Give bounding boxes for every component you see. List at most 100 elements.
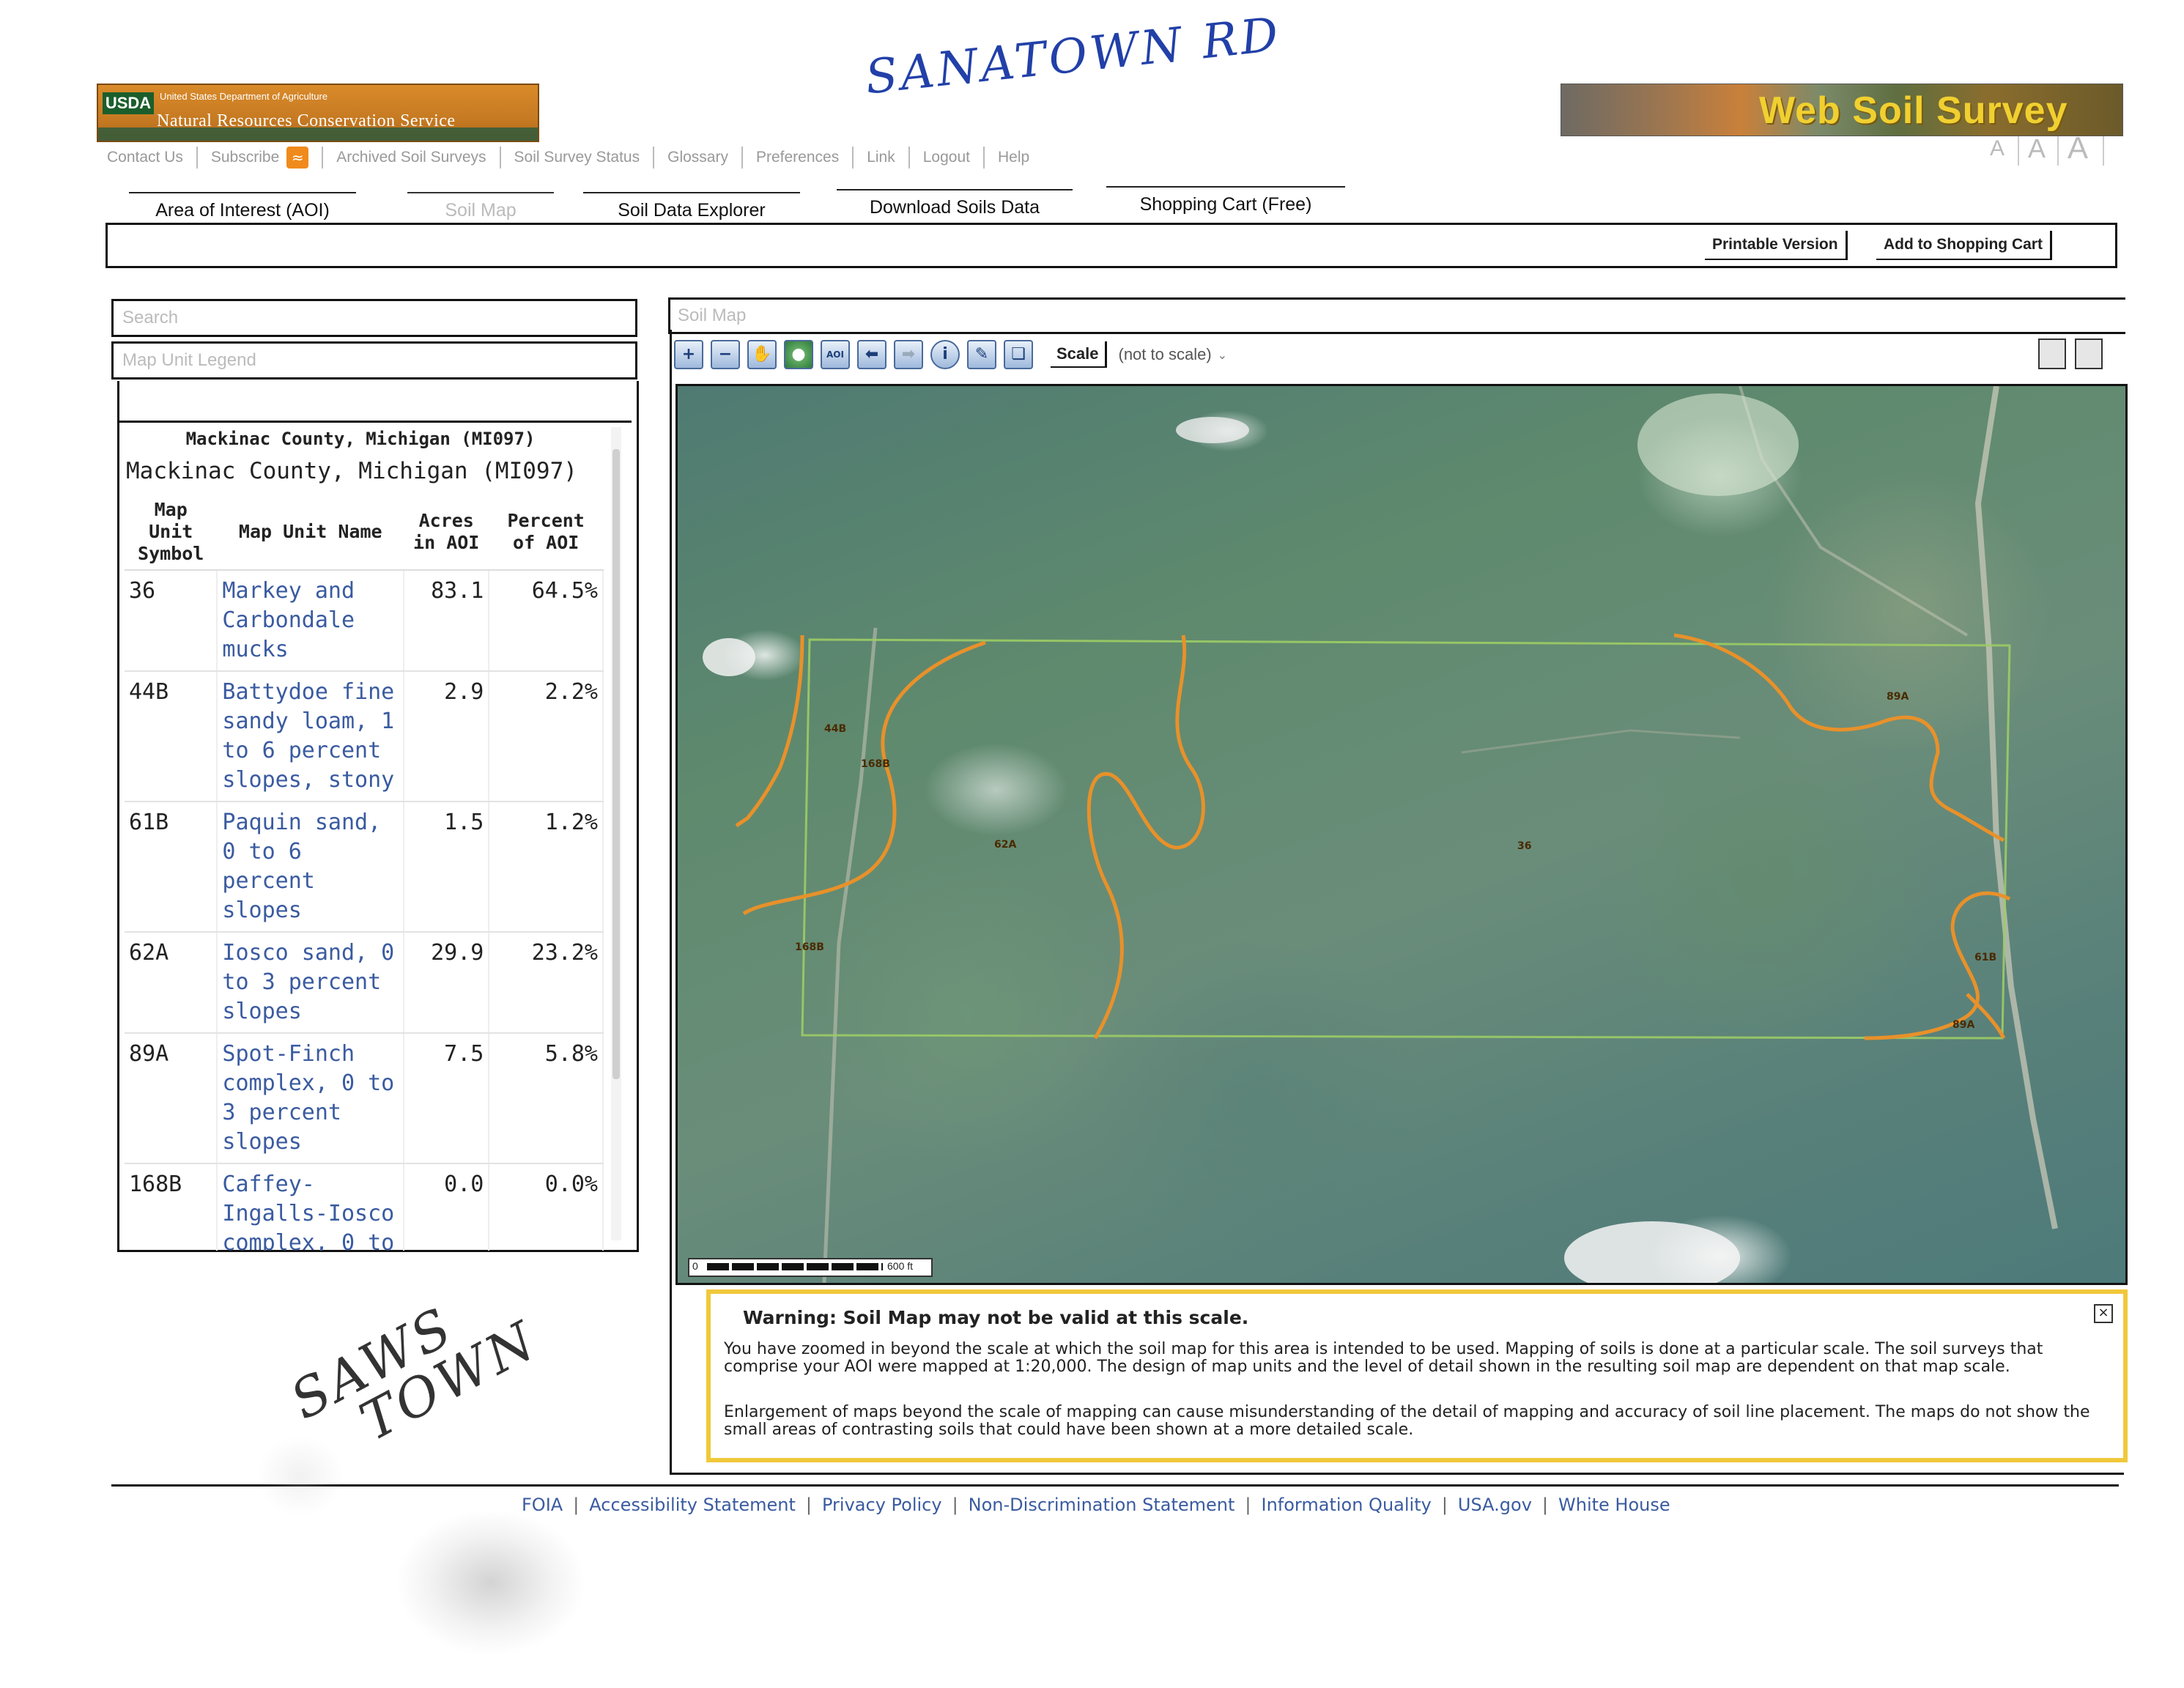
zoom-out-icon[interactable]: − [711, 340, 740, 369]
nav-archived-soil-surveys[interactable]: Archived Soil Surveys [336, 149, 486, 166]
nav-soil-survey-status[interactable]: Soil Survey Status [514, 149, 640, 166]
col-acres-in-aoi: Acres in AOI [404, 495, 489, 571]
table-row: 44B Battydoe fine sandy loam, 1 to 6 per… [125, 671, 604, 802]
map-unit-label[interactable]: 62A [994, 839, 1016, 851]
table-row: 61B Paquin sand, 0 to 6 percent slopes 1… [125, 802, 604, 933]
map-unit-name-link[interactable]: Spot-Finch complex, 0 to 3 percent slope… [217, 1033, 405, 1164]
percent-value: 64.5% [489, 570, 604, 672]
footer-links: FOIA | Accessibility Statement | Privacy… [522, 1495, 1670, 1515]
nav-link[interactable]: Link [867, 149, 895, 166]
legend-scrollbar[interactable] [611, 427, 621, 1240]
nav-divider [982, 147, 985, 169]
footer-privacy-link[interactable]: Privacy Policy [822, 1495, 942, 1515]
measure-icon[interactable]: ✎ [967, 340, 996, 369]
forward-icon[interactable]: ➡ [894, 340, 923, 369]
map-unit-name-link[interactable]: Caffey-Ingalls-Iosco complex, 0 to 6 per… [217, 1163, 405, 1251]
table-row: 36 Markey and Carbondale mucks 83.1 64.5… [125, 570, 604, 672]
back-icon[interactable]: ⬅ [857, 340, 886, 369]
footer-info-quality-link[interactable]: Information Quality [1262, 1495, 1432, 1515]
close-icon[interactable]: × [2094, 1304, 2113, 1323]
map-unit-symbol: 44B [125, 671, 218, 802]
map-unit-label[interactable]: 89A [1887, 691, 1909, 703]
nav-preferences[interactable]: Preferences [756, 149, 839, 166]
map-unit-legend-title[interactable]: Map Unit Legend [111, 341, 637, 380]
footer-separator: | [1541, 1495, 1548, 1515]
add-to-shopping-cart-button[interactable]: Add to Shopping Cart [1876, 231, 2052, 260]
col-percent-of-aoi: Percent of AOI [489, 495, 603, 571]
footer-foia-link[interactable]: FOIA [522, 1495, 563, 1515]
usda-nrcs-banner[interactable]: USDA United States Department of Agricul… [97, 84, 539, 142]
font-medium-button[interactable]: A [2028, 133, 2046, 164]
map-unit-name-link[interactable]: Iosco sand, 0 to 3 percent slopes [217, 932, 405, 1034]
legend-scroll-thumb[interactable] [612, 449, 620, 1079]
map-unit-name-link[interactable]: Paquin sand, 0 to 6 percent slopes [217, 802, 405, 933]
aerial-soil-map[interactable]: 44B 168B 62A 36 89A 61B 89A 168B 0 600 f… [675, 384, 2128, 1285]
scale-dropdown[interactable]: (not to scale) [1119, 345, 1212, 364]
footer-usagov-link[interactable]: USA.gov [1458, 1495, 1532, 1515]
percent-value: 23.2% [489, 932, 604, 1034]
soil-map-panel-title[interactable]: Soil Map [668, 297, 2125, 334]
soil-line [1087, 634, 1205, 1040]
map-unit-label[interactable]: 168B [861, 758, 890, 770]
nav-subscribe[interactable]: Subscribe [211, 149, 279, 166]
map-layout-icon[interactable] [2075, 338, 2103, 369]
clearing-area [1564, 1221, 1740, 1283]
font-large-button[interactable]: A [2068, 130, 2088, 166]
tab-soil-map[interactable]: Soil Map [407, 192, 554, 224]
font-small-button[interactable]: A [1990, 136, 2005, 161]
map-toolbar: + − ✋ ● AOI ⬅ ➡ i ✎ ❏ Scale (not to scal… [674, 340, 1227, 369]
copy-icon[interactable]: ❏ [1004, 340, 1033, 369]
handwritten-road-note: SANATOWN RD [862, 7, 1284, 106]
acres-value: 29.9 [404, 932, 490, 1034]
footer-accessibility-link[interactable]: Accessibility Statement [589, 1495, 796, 1515]
nav-divider [852, 147, 854, 169]
tab-soil-data-explorer[interactable]: Soil Data Explorer [583, 192, 800, 224]
trail-line [1461, 729, 1741, 754]
scale-bar-start: 0 [692, 1260, 698, 1272]
nav-glossary[interactable]: Glossary [667, 149, 728, 166]
footer-nondiscrimination-link[interactable]: Non-Discrimination Statement [969, 1495, 1235, 1515]
warning-paragraph: Enlargement of maps beyond the scale of … [724, 1403, 2090, 1439]
legend-layout-icon[interactable] [2038, 338, 2066, 369]
nav-logout[interactable]: Logout [923, 149, 970, 166]
nav-help[interactable]: Help [998, 149, 1029, 166]
tab-area-of-interest[interactable]: Area of Interest (AOI) [129, 192, 356, 224]
footer-separator: | [952, 1495, 958, 1515]
full-extent-icon[interactable]: ● [784, 340, 813, 369]
map-unit-label[interactable]: 89A [1952, 1019, 1974, 1031]
acres-value: 0.0 [404, 1163, 490, 1251]
soil-line [1966, 993, 2006, 1040]
rss-icon[interactable]: ≈ [286, 147, 309, 169]
map-unit-label[interactable]: 61B [1974, 952, 1996, 963]
zoom-in-icon[interactable]: + [674, 340, 703, 369]
table-row: 89A Spot-Finch complex, 0 to 3 percent s… [125, 1033, 604, 1164]
percent-value: 5.8% [489, 1033, 604, 1164]
map-scale-bar: 0 600 ft [688, 1258, 933, 1277]
search-panel-title[interactable]: Search [111, 299, 637, 337]
map-unit-label[interactable]: 44B [824, 723, 846, 735]
printable-version-button[interactable]: Printable Version [1705, 231, 1848, 260]
table-row: 62A Iosco sand, 0 to 3 percent slopes 29… [125, 932, 604, 1034]
map-unit-symbol: 62A [125, 932, 218, 1034]
font-size-divider [2057, 136, 2059, 166]
zoom-aoi-icon[interactable]: AOI [821, 340, 850, 369]
footer-whitehouse-link[interactable]: White House [1558, 1495, 1670, 1515]
nav-divider [908, 147, 910, 169]
map-unit-name-link[interactable]: Markey and Carbondale mucks [217, 570, 405, 672]
soil-line [742, 640, 986, 916]
map-unit-table: Map Unit Symbol Map Unit Name Acres in A… [125, 495, 604, 1251]
app-title: Web Soil Survey [1759, 89, 2068, 132]
tab-shopping-cart[interactable]: Shopping Cart (Free) [1106, 186, 1345, 218]
web-soil-survey-banner: Web Soil Survey [1561, 84, 2123, 136]
tab-download-soils-data[interactable]: Download Soils Data [837, 189, 1073, 221]
nav-contact-us[interactable]: Contact Us [107, 149, 183, 166]
county-heading[interactable]: Mackinac County, Michigan (MI097) [119, 429, 602, 449]
map-unit-name-link[interactable]: Battydoe fine sandy loam, 1 to 6 percent… [217, 671, 405, 802]
map-unit-label[interactable]: 36 [1517, 840, 1531, 852]
footer-separator: | [573, 1495, 580, 1515]
pan-icon[interactable]: ✋ [747, 340, 777, 369]
scale-button[interactable]: Scale [1051, 341, 1107, 368]
map-unit-label[interactable]: 168B [795, 941, 824, 953]
chevron-down-icon[interactable]: ⌄ [1218, 348, 1227, 362]
identify-icon[interactable]: i [930, 340, 960, 369]
